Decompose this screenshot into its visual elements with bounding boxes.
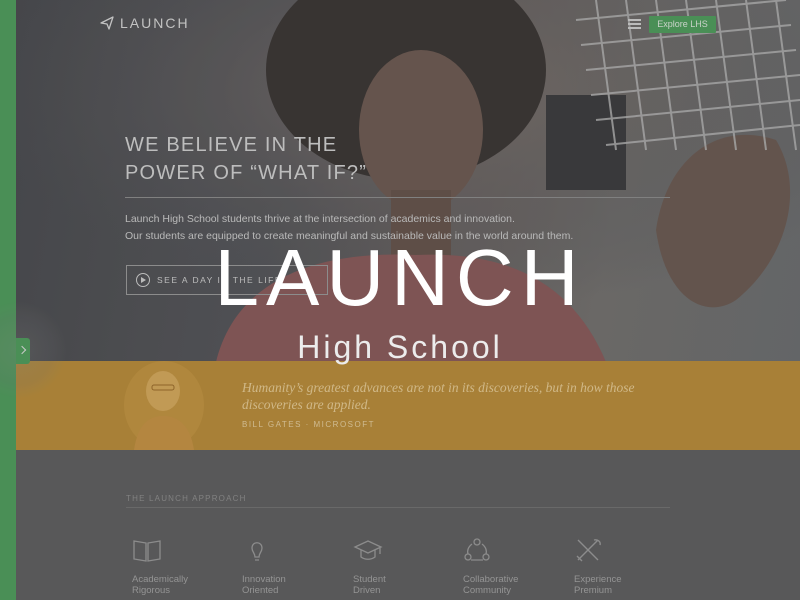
overlay-brand-title: LAUNCH bbox=[214, 233, 586, 322]
page: LAUNCH Explore LHS WE BELIEVE IN THE POW… bbox=[0, 0, 800, 600]
overlay-brand-subtitle: High School bbox=[297, 329, 503, 365]
